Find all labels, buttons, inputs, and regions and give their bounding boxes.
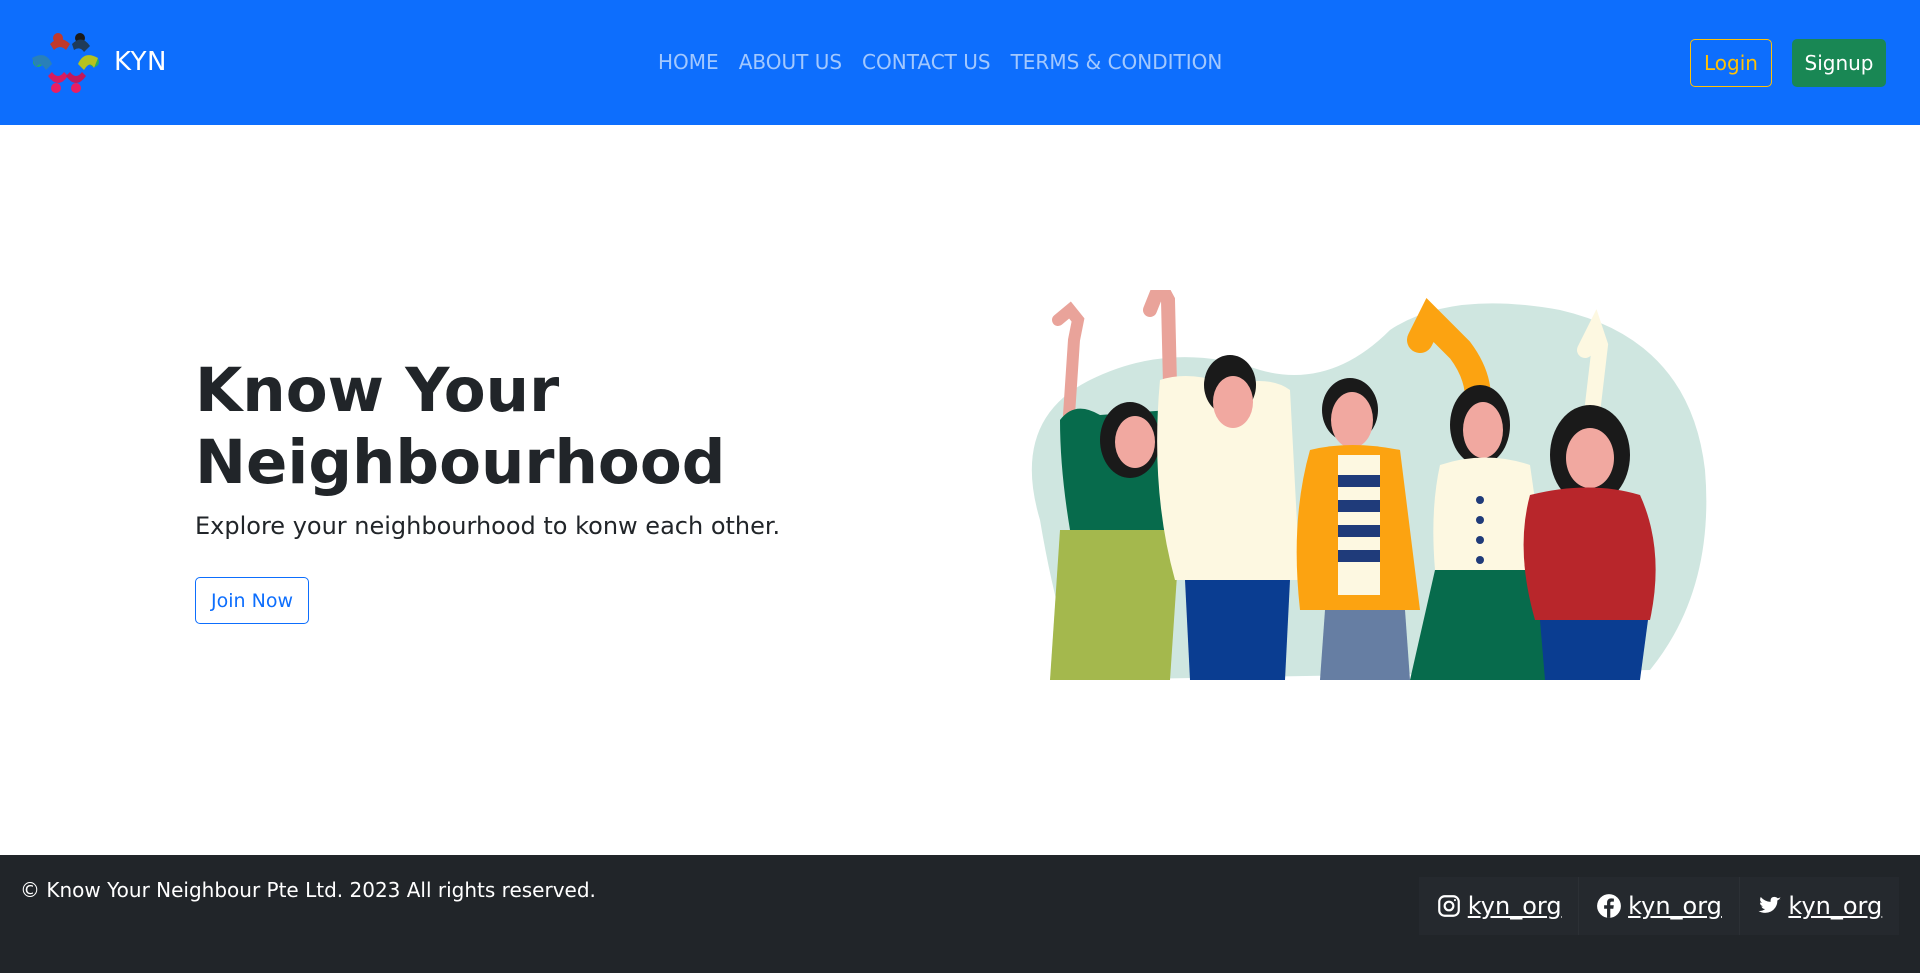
nav-terms-condition[interactable]: TERMS & CONDITION	[1011, 50, 1223, 74]
facebook-link[interactable]: kyn_org	[1579, 877, 1740, 935]
instagram-icon	[1437, 895, 1460, 917]
facebook-icon	[1597, 894, 1621, 918]
hero-title: Know Your Neighbourhood	[195, 355, 726, 498]
twitter-label: kyn_org	[1788, 892, 1883, 920]
signup-button[interactable]: Signup	[1792, 39, 1886, 87]
login-button[interactable]: Login	[1690, 39, 1772, 87]
footer: © Know Your Neighbour Pte Ltd. 2023 All …	[0, 855, 1920, 973]
join-now-button[interactable]: Join Now	[195, 577, 309, 624]
twitter-link[interactable]: kyn_org	[1740, 877, 1899, 935]
twitter-icon	[1758, 896, 1782, 913]
nav-home[interactable]: HOME	[658, 50, 719, 74]
copyright-text: © Know Your Neighbour Pte Ltd. 2023 All …	[20, 878, 596, 902]
instagram-link[interactable]: kyn_org	[1419, 877, 1580, 935]
people-waving-illustration	[1031, 290, 1707, 680]
nav-about-us[interactable]: ABOUT US	[739, 50, 842, 74]
social-links: kyn_org kyn_org kyn_org	[1419, 877, 1899, 935]
brand-text: KYN	[114, 47, 167, 77]
community-logo-icon	[32, 33, 99, 93]
hero-subtitle: Explore your neighbourhood to konw each …	[195, 512, 781, 540]
brand[interactable]: KYN	[28, 30, 167, 94]
instagram-label: kyn_org	[1467, 892, 1562, 920]
main-nav: HOME ABOUT US CONTACT US TERMS & CONDITI…	[658, 50, 1222, 74]
nav-contact-us[interactable]: CONTACT US	[862, 50, 991, 74]
navbar: KYN HOME ABOUT US CONTACT US TERMS & CON…	[0, 0, 1920, 125]
facebook-label: kyn_org	[1628, 892, 1722, 920]
